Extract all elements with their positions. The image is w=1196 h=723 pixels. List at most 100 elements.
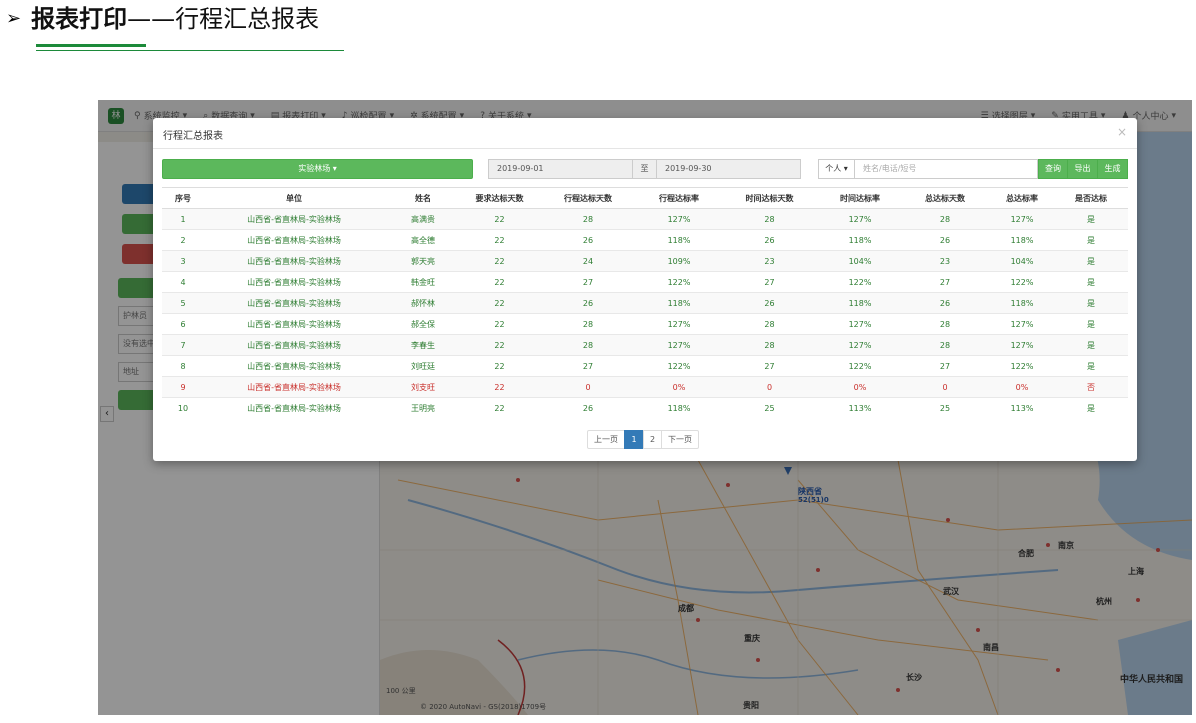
col-header-total-days: 总达标天数 (900, 187, 990, 209)
table-cell: 是 (1054, 397, 1128, 419)
table-row[interactable]: 1 山西省-省直林局-实验林场 高满贵 22 28 127% 28 127% 28 127% 是 (162, 208, 1128, 230)
table-cell: 山西省-省直林局-实验林场 (204, 292, 384, 314)
table-cell: 122% (639, 355, 719, 377)
search-input[interactable]: 姓名/电话/短号 (855, 159, 1038, 179)
table-cell: 27 (900, 355, 990, 377)
table-cell: 22 (462, 376, 537, 398)
table-cell: 26 (900, 292, 990, 314)
table-cell: 9 (162, 376, 204, 398)
filter-row: 实验林场 ▾ 2019-09-01 至 2019-09-30 个人 ▾ 姓名/电… (162, 159, 1128, 179)
next-page-button[interactable]: 下一页 (661, 430, 699, 449)
col-header-unit: 单位 (204, 187, 384, 209)
slide-title: ➢ 报表打印 ——行程汇总报表 (6, 4, 319, 34)
table-cell: 27 (900, 271, 990, 293)
slide-title-rest: ——行程汇总报表 (127, 5, 320, 33)
table-row[interactable]: 4 山西省-省直林局-实验林场 韩金旺 22 27 122% 27 122% 27 122% 是 (162, 271, 1128, 293)
table-cell: 26 (537, 229, 639, 251)
table-row[interactable]: 5 山西省-省直林局-实验林场 郝怀林 22 26 118% 26 118% 26 118% 是 (162, 292, 1128, 314)
table-cell: 山西省-省直林局-实验林场 (204, 208, 384, 230)
table-cell: 8 (162, 355, 204, 377)
table-cell: 26 (900, 229, 990, 251)
table-row[interactable]: 9 山西省-省直林局-实验林场 刘支旺 22 0 0% 0 0% 0 0% 否 (162, 376, 1128, 398)
table-cell: 是 (1054, 355, 1128, 377)
close-icon[interactable]: × (1117, 125, 1127, 139)
table-cell: 28 (900, 334, 990, 356)
query-button[interactable]: 查询 (1038, 159, 1068, 179)
table-row[interactable]: 2 山西省-省直林局-实验林场 高全德 22 26 118% 26 118% 26 118% 是 (162, 229, 1128, 251)
table-cell: 山西省-省直林局-实验林场 (204, 334, 384, 356)
table-cell: 0% (820, 376, 900, 398)
table-cell: 6 (162, 313, 204, 335)
table-cell: 0 (719, 376, 820, 398)
app-screenshot: 陕西省 52(51)0 武汉 合肥 南京 上海 杭州 成都 重庆 长沙 南昌 贵… (98, 100, 1192, 715)
pagination: 上一页 1 2 下一页 (587, 430, 699, 449)
table-cell: 22 (462, 271, 537, 293)
table-cell: 22 (462, 355, 537, 377)
table-cell: 山西省-省直林局-实验林场 (204, 250, 384, 272)
prev-page-button[interactable]: 上一页 (587, 430, 625, 449)
table-cell: 山西省-省直林局-实验林场 (204, 376, 384, 398)
arrow-bullet-icon: ➢ (6, 8, 22, 29)
table-cell: 122% (990, 271, 1054, 293)
unit-select[interactable]: 实验林场 ▾ (162, 159, 473, 179)
table-cell: 2 (162, 229, 204, 251)
table-cell: 25 (900, 397, 990, 419)
table-cell: 27 (719, 271, 820, 293)
col-header-time-days: 时间达标天数 (719, 187, 820, 209)
table-row[interactable]: 6 山西省-省直林局-实验林场 郝全保 22 28 127% 28 127% 28 127% 是 (162, 313, 1128, 335)
table-cell: 118% (820, 229, 900, 251)
export-button[interactable]: 导出 (1067, 159, 1098, 179)
table-cell: 127% (990, 334, 1054, 356)
col-header-required-days: 要求达标天数 (462, 187, 537, 209)
page-1-button[interactable]: 1 (624, 430, 644, 449)
table-cell: 118% (639, 397, 719, 419)
table-cell: 山西省-省直林局-实验林场 (204, 355, 384, 377)
table-cell: 是 (1054, 229, 1128, 251)
table-cell: 高全德 (384, 229, 462, 251)
table-body: 1 山西省-省直林局-实验林场 高满贵 22 28 127% 28 127% 28 127% 是 2 山… (162, 208, 1128, 419)
table-cell: 22 (462, 208, 537, 230)
table-cell: 127% (990, 313, 1054, 335)
table-cell: 118% (639, 229, 719, 251)
page-2-button[interactable]: 2 (643, 430, 662, 449)
table-cell: 0% (639, 376, 719, 398)
title-underline (36, 50, 344, 51)
table-cell: 0 (537, 376, 639, 398)
table-cell: 118% (990, 229, 1054, 251)
table-cell: 27 (537, 271, 639, 293)
table-cell: 是 (1054, 208, 1128, 230)
table-cell: 113% (820, 397, 900, 419)
table-cell: 高满贵 (384, 208, 462, 230)
scope-select[interactable]: 个人 ▾ (818, 159, 855, 179)
table-cell: 122% (990, 355, 1054, 377)
table-cell: 7 (162, 334, 204, 356)
table-cell: 127% (639, 208, 719, 230)
table-cell: 25 (719, 397, 820, 419)
trip-summary-modal: 行程汇总报表 × 实验林场 ▾ 2019-09-01 至 2019-09-30 … (153, 118, 1137, 461)
table-row[interactable]: 3 山西省-省直林局-实验林场 郭天亮 22 24 109% 23 104% 23 104% 是 (162, 250, 1128, 272)
table-cell: 113% (990, 397, 1054, 419)
table-cell: 王明亮 (384, 397, 462, 419)
modal-title: 行程汇总报表 (163, 131, 223, 142)
start-date-input[interactable]: 2019-09-01 (488, 159, 633, 179)
table-cell: 10 (162, 397, 204, 419)
table-cell: 23 (900, 250, 990, 272)
table-cell: 28 (900, 313, 990, 335)
table-row[interactable]: 7 山西省-省直林局-实验林场 李春生 22 28 127% 28 127% 28 127% 是 (162, 334, 1128, 356)
table-cell: 127% (820, 208, 900, 230)
table-row[interactable]: 8 山西省-省直林局-实验林场 刘旺廷 22 27 122% 27 122% 27 122% 是 (162, 355, 1128, 377)
slide-title-bold: 报表打印 (31, 5, 128, 33)
table-cell: 否 (1054, 376, 1128, 398)
table-cell: 127% (639, 313, 719, 335)
end-date-input[interactable]: 2019-09-30 (656, 159, 801, 179)
generate-button[interactable]: 生成 (1097, 159, 1128, 179)
table-cell: 104% (990, 250, 1054, 272)
col-header-trip-days: 行程达标天数 (537, 187, 639, 209)
table-cell: 26 (537, 397, 639, 419)
table-row[interactable]: 10 山西省-省直林局-实验林场 王明亮 22 26 118% 25 113% 25 113% 是 (162, 397, 1128, 419)
col-header-trip-rate: 行程达标率 (639, 187, 719, 209)
col-header-passed: 是否达标 (1054, 187, 1128, 209)
table-cell: 山西省-省直林局-实验林场 (204, 313, 384, 335)
table-cell: 是 (1054, 313, 1128, 335)
table-cell: 1 (162, 208, 204, 230)
